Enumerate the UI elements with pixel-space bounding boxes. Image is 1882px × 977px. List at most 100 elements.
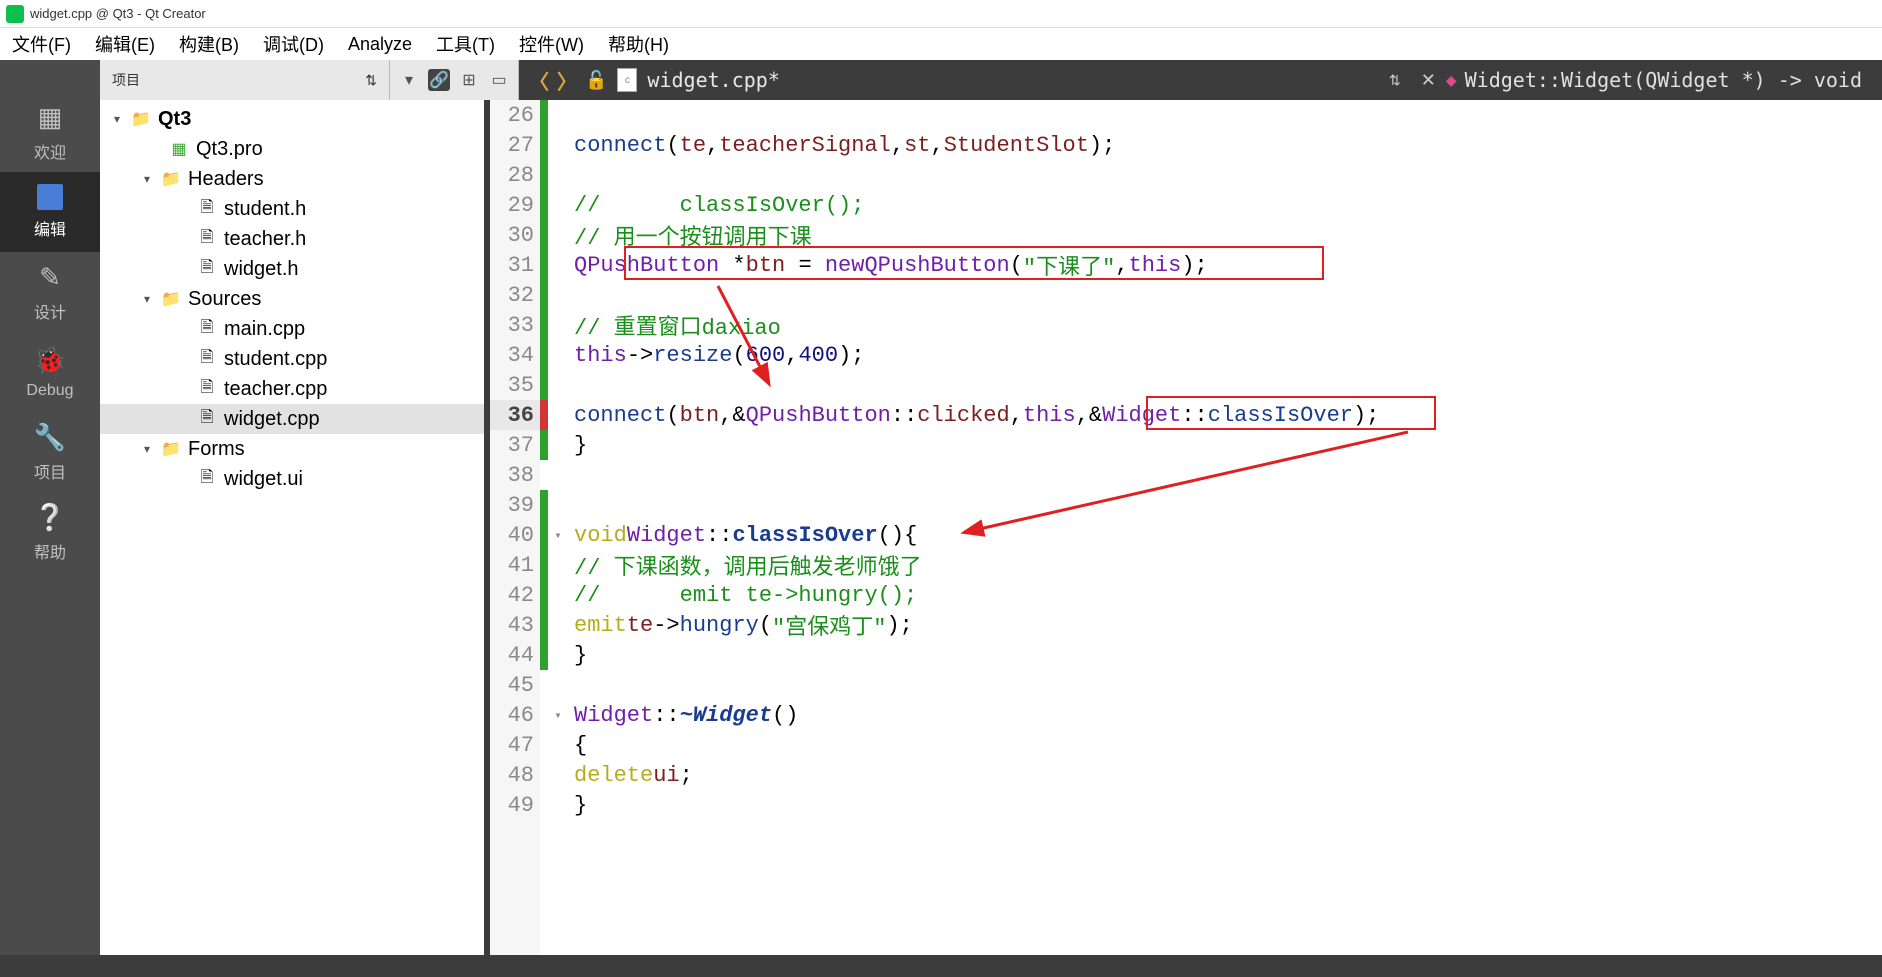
code-body[interactable]: connect(te,teacherSignal,st,StudentSlot)…: [568, 100, 1882, 955]
line-number[interactable]: 41: [490, 550, 540, 580]
pencil-icon: ✎: [39, 262, 61, 293]
header-file-icon: 🗎: [196, 198, 218, 220]
line-number[interactable]: 42: [490, 580, 540, 610]
tree-root-label: Qt3: [158, 108, 191, 131]
tree-file[interactable]: 🗎 widget.ui: [100, 464, 484, 494]
tree-file[interactable]: 🗎 widget.h: [100, 254, 484, 284]
tree-file-label: student.h: [224, 198, 306, 221]
fold-column[interactable]: ▾ ▾: [548, 100, 568, 955]
line-number-gutter[interactable]: 26 27 28 29 30 31 32 33 34 35 36 37 38 3…: [490, 100, 540, 955]
menu-analyze[interactable]: Analyze: [348, 34, 412, 55]
line-number[interactable]: 39: [490, 490, 540, 520]
fold-toggle-icon[interactable]: ▾: [548, 520, 568, 550]
tree-file[interactable]: 🗎 teacher.h: [100, 224, 484, 254]
document-icon: [37, 184, 63, 210]
symbol-breadcrumb[interactable]: ◆ Widget::Widget(QWidget *) -> void: [1446, 68, 1882, 92]
menu-widgets[interactable]: 控件(W): [519, 31, 584, 57]
line-number[interactable]: 43: [490, 610, 540, 640]
filter-icon[interactable]: ▾: [398, 69, 420, 91]
workspace: 项目 ⇅ ▾ 🔗 ⊞ ▭ 〈 〉 🔓 c widget.cpp* ⇅ ✕: [100, 60, 1882, 955]
current-file-name: widget.cpp*: [647, 68, 779, 92]
line-number[interactable]: 48: [490, 760, 540, 790]
nav-forward-icon[interactable]: 〉: [557, 66, 577, 95]
nav-arrows: 〈 〉 🔓: [519, 66, 617, 95]
mode-edit[interactable]: 编辑: [0, 172, 100, 252]
mode-debug[interactable]: 🐞 Debug: [0, 332, 100, 412]
chevron-down-icon[interactable]: ▾: [140, 172, 154, 186]
line-number[interactable]: 29: [490, 190, 540, 220]
tree-file[interactable]: 🗎 teacher.cpp: [100, 374, 484, 404]
project-dropdown-label: 项目: [112, 70, 140, 90]
mode-selector: ▦ 欢迎 编辑 ✎ 设计 🐞 Debug 🔧 项目 ❔ 帮助: [0, 60, 100, 955]
tree-file-label: widget.cpp: [224, 408, 320, 431]
tree-file-label: teacher.cpp: [224, 378, 327, 401]
line-number[interactable]: 44: [490, 640, 540, 670]
mode-project-label: 项目: [34, 459, 66, 483]
chevron-down-icon[interactable]: ▾: [140, 292, 154, 306]
line-number[interactable]: 28: [490, 160, 540, 190]
line-number[interactable]: 27: [490, 130, 540, 160]
tree-file-current[interactable]: 🗎 widget.cpp: [100, 404, 484, 434]
tree-file-label: student.cpp: [224, 348, 327, 371]
add-split-icon[interactable]: ⊞: [458, 69, 480, 91]
line-number[interactable]: 34: [490, 340, 540, 370]
line-number[interactable]: 37: [490, 430, 540, 460]
close-icon[interactable]: ✕: [1421, 70, 1436, 91]
status-bar: [0, 955, 1882, 977]
line-number[interactable]: 30: [490, 220, 540, 250]
fold-toggle-icon[interactable]: ▾: [548, 700, 568, 730]
link-icon[interactable]: 🔗: [428, 69, 450, 91]
tree-file[interactable]: 🗎 main.cpp: [100, 314, 484, 344]
tree-forms[interactable]: ▾ 📁 Forms: [100, 434, 484, 464]
tree-root[interactable]: ▾ 📁 Qt3: [100, 104, 484, 134]
menu-debug[interactable]: 调试(D): [263, 31, 324, 57]
mode-welcome[interactable]: ▦ 欢迎: [0, 92, 100, 172]
project-dropdown[interactable]: 项目 ⇅: [100, 60, 390, 100]
lock-icon[interactable]: 🔓: [585, 70, 607, 91]
diff-markers: [540, 100, 548, 955]
menu-build[interactable]: 构建(B): [179, 31, 239, 57]
cpp-file-icon: 🗎: [196, 348, 218, 370]
nav-back-icon[interactable]: 〈: [529, 66, 549, 95]
title-bar: widget.cpp @ Qt3 - Qt Creator: [0, 0, 1882, 28]
mode-project[interactable]: 🔧 项目: [0, 412, 100, 492]
tree-file[interactable]: 🗎 student.cpp: [100, 344, 484, 374]
menu-tools[interactable]: 工具(T): [436, 31, 495, 57]
line-number[interactable]: 40: [490, 520, 540, 550]
tree-file[interactable]: 🗎 student.h: [100, 194, 484, 224]
menu-edit[interactable]: 编辑(E): [95, 31, 155, 57]
file-indicator[interactable]: c widget.cpp* ⇅ ✕: [617, 68, 1445, 92]
folder-ui-icon: 📁: [160, 438, 182, 460]
file-switcher-icon[interactable]: ⇅: [1389, 72, 1401, 89]
line-number[interactable]: 26: [490, 100, 540, 130]
line-number[interactable]: 38: [490, 460, 540, 490]
tree-file[interactable]: ▦ Qt3.pro: [100, 134, 484, 164]
line-number[interactable]: 46: [490, 700, 540, 730]
menu-file[interactable]: 文件(F): [12, 31, 71, 57]
tree-file-label: widget.ui: [224, 468, 303, 491]
code-editor[interactable]: 26 27 28 29 30 31 32 33 34 35 36 37 38 3…: [490, 100, 1882, 955]
line-number[interactable]: 35: [490, 370, 540, 400]
line-number[interactable]: 33: [490, 310, 540, 340]
line-number[interactable]: 47: [490, 730, 540, 760]
editor-toolbar: 项目 ⇅ ▾ 🔗 ⊞ ▭ 〈 〉 🔓 c widget.cpp* ⇅ ✕: [100, 60, 1882, 100]
mode-help[interactable]: ❔ 帮助: [0, 492, 100, 572]
line-number[interactable]: 45: [490, 670, 540, 700]
question-icon: ❔: [34, 502, 66, 533]
line-number[interactable]: 32: [490, 280, 540, 310]
chevron-down-icon[interactable]: ▾: [140, 442, 154, 456]
mode-welcome-label: 欢迎: [34, 139, 66, 163]
window-title: widget.cpp @ Qt3 - Qt Creator: [30, 6, 206, 21]
chevron-down-icon[interactable]: ▾: [110, 112, 124, 126]
line-number-current[interactable]: 36: [490, 400, 540, 430]
mode-design[interactable]: ✎ 设计: [0, 252, 100, 332]
cpp-file-icon: 🗎: [196, 378, 218, 400]
collapse-icon[interactable]: ▭: [488, 69, 510, 91]
tree-sources[interactable]: ▾ 📁 Sources: [100, 284, 484, 314]
tree-headers[interactable]: ▾ 📁 Headers: [100, 164, 484, 194]
menu-help[interactable]: 帮助(H): [608, 31, 669, 57]
line-number[interactable]: 49: [490, 790, 540, 820]
line-number[interactable]: 31: [490, 250, 540, 280]
folder-h-icon: 📁: [160, 168, 182, 190]
project-tree[interactable]: ▾ 📁 Qt3 ▦ Qt3.pro ▾ 📁 Headers 🗎 student.…: [100, 100, 490, 955]
